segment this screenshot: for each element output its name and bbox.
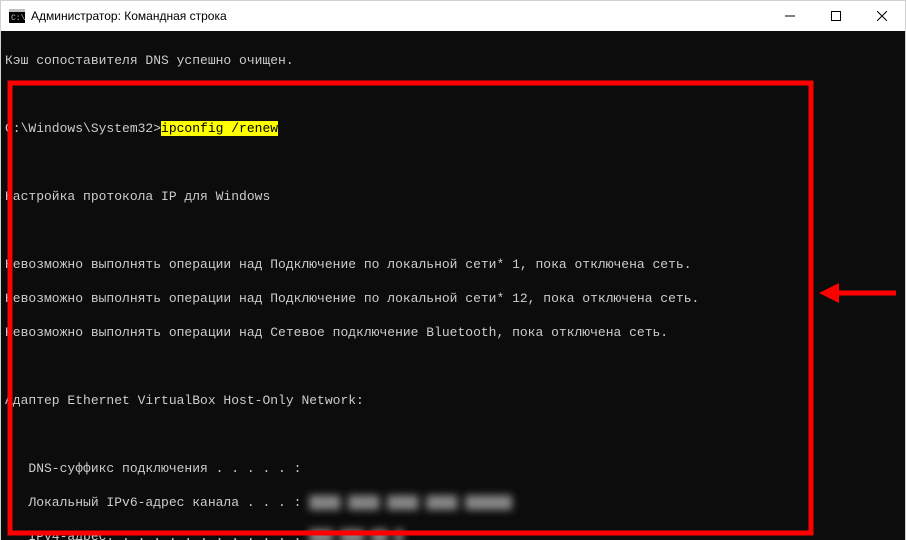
output-line: Настройка протокола IP для Windows xyxy=(5,188,905,205)
output-line: Кэш сопоставителя DNS успешно очищен. xyxy=(5,52,905,69)
redacted-value: ███.███.██.█ xyxy=(309,529,403,540)
output-line xyxy=(5,358,905,375)
prompt-path: C:\Windows\System32> xyxy=(5,121,161,136)
titlebar[interactable]: C:\ Администратор: Командная строка xyxy=(1,1,905,31)
output-line: Невозможно выполнять операции над Подклю… xyxy=(5,256,905,273)
prompt-line: C:\Windows\System32>ipconfig /renew xyxy=(5,120,905,137)
minimize-button[interactable] xyxy=(767,1,813,31)
maximize-button[interactable] xyxy=(813,1,859,31)
output-line: IPv4-адрес. . . . . . . . . . . . : ███.… xyxy=(5,528,905,540)
output-line: Невозможно выполнять операции над Сетево… xyxy=(5,324,905,341)
output-line xyxy=(5,426,905,443)
console-output[interactable]: Кэш сопоставителя DNS успешно очищен. C:… xyxy=(1,31,905,540)
cmd-window: C:\ Администратор: Командная строка Кэш … xyxy=(0,0,906,540)
output-line xyxy=(5,154,905,171)
svg-text:C:\: C:\ xyxy=(11,14,25,23)
command-highlight: ipconfig /renew xyxy=(161,121,278,136)
window-controls xyxy=(767,1,905,31)
output-line: Адаптер Ethernet VirtualBox Host-Only Ne… xyxy=(5,392,905,409)
output-line: Невозможно выполнять операции над Подклю… xyxy=(5,290,905,307)
output-line: DNS-суффикс подключения . . . . . : xyxy=(5,460,905,477)
redacted-value: ████ ████ ████ ████ ██████ xyxy=(309,495,512,510)
output-line: Локальный IPv6-адрес канала . . . : ████… xyxy=(5,494,905,511)
window-title: Администратор: Командная строка xyxy=(31,9,227,23)
close-button[interactable] xyxy=(859,1,905,31)
output-line xyxy=(5,86,905,103)
output-line xyxy=(5,222,905,239)
cmd-icon: C:\ xyxy=(9,8,25,24)
